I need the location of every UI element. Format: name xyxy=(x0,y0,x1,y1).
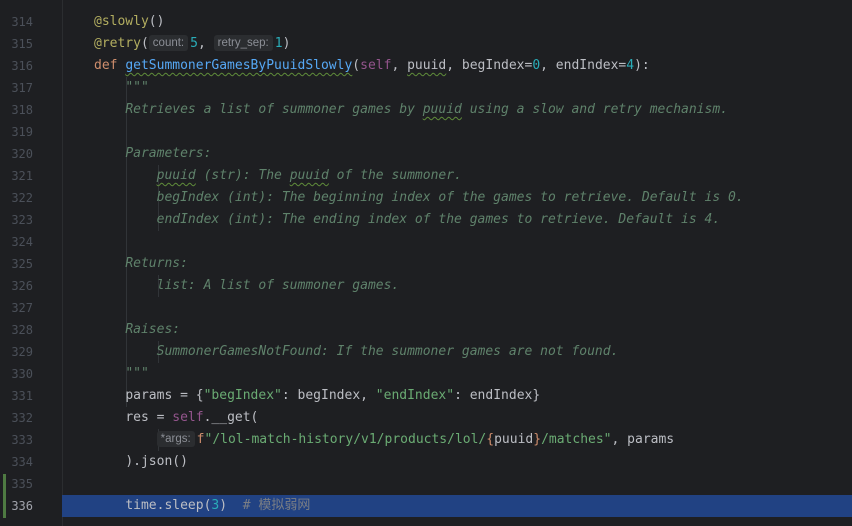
code-line-328[interactable]: Raises: xyxy=(94,319,180,341)
inlay-hint-retry-sep: retry_sep: xyxy=(213,35,273,51)
docstring-text: using a slow and retry mechanism. xyxy=(461,102,728,117)
decorator: @slowly xyxy=(94,14,149,29)
code-line-326[interactable]: list: A list of summoner games. xyxy=(94,275,400,297)
number-literal: 4 xyxy=(626,58,635,73)
fstring-brace: { xyxy=(486,432,495,447)
code-line-322[interactable]: begIndex (int): The beginning index of t… xyxy=(94,187,744,209)
string-literal: "/lol-match-history/v1/products/lol/ xyxy=(204,432,487,447)
line-number: 315 xyxy=(11,37,33,51)
inlay-hint-args: *args: xyxy=(156,431,195,447)
line-number: 317 xyxy=(11,81,33,95)
docstring-text: puuid xyxy=(289,168,329,183)
code-token: params = { xyxy=(125,388,204,403)
code-token: time.sleep( xyxy=(125,498,212,513)
code-token: ( xyxy=(140,36,149,51)
code-line-330[interactable]: """ xyxy=(94,363,149,385)
docstring-text: SummonerGamesNotFound: If the summoner g… xyxy=(156,344,619,359)
line-number: 319 xyxy=(11,125,33,139)
string-literal: "begIndex" xyxy=(203,388,282,403)
code-token: , params xyxy=(611,432,675,447)
docstring-open: """ xyxy=(125,80,149,95)
docstring-text: Returns: xyxy=(125,256,188,271)
self-param: self xyxy=(360,58,392,73)
code-line-316[interactable]: def getSummonerGamesByPuuidSlowly(self , … xyxy=(94,55,650,77)
number-literal: 1 xyxy=(274,36,283,51)
code-line-334[interactable]: ).json() xyxy=(94,451,188,473)
line-number: 314 xyxy=(11,15,33,29)
param-puuid: puuid xyxy=(407,58,447,73)
code-line-333[interactable]: *args: f"/lol-match-history/v1/products/l… xyxy=(94,429,674,451)
code-token: , endIndex= xyxy=(540,58,627,73)
code-token: , begIndex= xyxy=(446,58,533,73)
inlay-hint-count: count: xyxy=(148,35,189,51)
docstring-text: begIndex (int): The beginning index of t… xyxy=(156,190,744,205)
code-token: , xyxy=(197,36,214,51)
line-number: 334 xyxy=(11,455,33,469)
code-token: ): xyxy=(634,58,650,73)
code-line-329[interactable]: SummonerGamesNotFound: If the summoner g… xyxy=(94,341,619,363)
code-line-325[interactable]: Returns: xyxy=(94,253,188,275)
line-number: 323 xyxy=(11,213,33,227)
keyword-def: def xyxy=(94,58,118,73)
code-line-317[interactable]: """ xyxy=(94,77,149,99)
docstring-text: list: A list of summoner games. xyxy=(156,278,400,293)
docstring-text: puuid xyxy=(422,102,462,117)
current-line-number: 336 xyxy=(11,499,33,513)
line-number: 332 xyxy=(11,411,33,425)
fstring-brace: } xyxy=(533,432,542,447)
line-number: 327 xyxy=(11,301,33,315)
line-number: 316 xyxy=(11,59,33,73)
string-literal: /matches" xyxy=(541,432,612,447)
code-token: , xyxy=(391,58,408,73)
code-token: : begIndex, xyxy=(281,388,376,403)
line-number: 326 xyxy=(11,279,33,293)
code-line-336[interactable]: time.sleep(3) # 模拟弱网 xyxy=(94,495,310,517)
code-line-323[interactable]: endIndex (int): The ending index of the … xyxy=(94,209,721,231)
docstring-text: endIndex (int): The ending index of the … xyxy=(156,212,721,227)
decorator: @retry xyxy=(94,36,141,51)
self-keyword: self xyxy=(172,410,204,425)
code-token: : endIndex} xyxy=(454,388,541,403)
line-number: 335 xyxy=(11,477,33,491)
line-number: 329 xyxy=(11,345,33,359)
code-token: .__get( xyxy=(203,410,259,425)
code-token: res = xyxy=(125,410,173,425)
docstring-text: puuid xyxy=(156,168,196,183)
code-token: ( xyxy=(352,58,361,73)
code-line-318[interactable]: Retrieves a list of summoner games by pu… xyxy=(94,99,728,121)
function-name[interactable]: getSummonerGamesByPuuidSlowly xyxy=(125,58,352,73)
code-line-315[interactable]: @retry(count: 5, retry_sep: 1) xyxy=(94,33,290,55)
code-token: ).json() xyxy=(125,454,188,469)
docstring-close: """ xyxy=(125,366,149,381)
code-token: ) xyxy=(219,498,228,513)
line-number: 318 xyxy=(11,103,33,117)
code-line-331[interactable]: params = {"begIndex": begIndex, "endInde… xyxy=(94,385,540,407)
line-number: 320 xyxy=(11,147,33,161)
docstring-text: (str): The xyxy=(195,168,290,183)
number-literal: 5 xyxy=(190,36,198,51)
line-number: 324 xyxy=(11,235,33,249)
code-line-320[interactable]: Parameters: xyxy=(94,143,211,165)
code-token: ) xyxy=(282,36,291,51)
code-line-332[interactable]: res = self.__get( xyxy=(94,407,258,429)
code-line-314[interactable]: @slowly() xyxy=(94,11,164,33)
docstring-text: of the summoner. xyxy=(328,168,462,183)
docstring-text: Parameters: xyxy=(125,146,212,161)
line-number: 328 xyxy=(11,323,33,337)
docstring-text: Retrieves a list of summoner games by xyxy=(125,102,423,117)
code-token: puuid xyxy=(494,432,534,447)
line-number: 330 xyxy=(11,367,33,381)
line-number: 322 xyxy=(11,191,33,205)
number-literal: 0 xyxy=(532,58,541,73)
code-line-321[interactable]: puuid (str): The puuid of the summoner. xyxy=(94,165,462,187)
line-number: 321 xyxy=(11,169,33,183)
fstring-prefix: f xyxy=(196,432,205,447)
string-literal: "endIndex" xyxy=(375,388,455,403)
code-comment: # 模拟弱网 xyxy=(242,498,311,513)
code-token: () xyxy=(148,14,165,29)
line-number: 331 xyxy=(11,389,33,403)
line-number: 325 xyxy=(11,257,33,271)
docstring-text: Raises: xyxy=(125,322,181,337)
line-number: 333 xyxy=(11,433,33,447)
